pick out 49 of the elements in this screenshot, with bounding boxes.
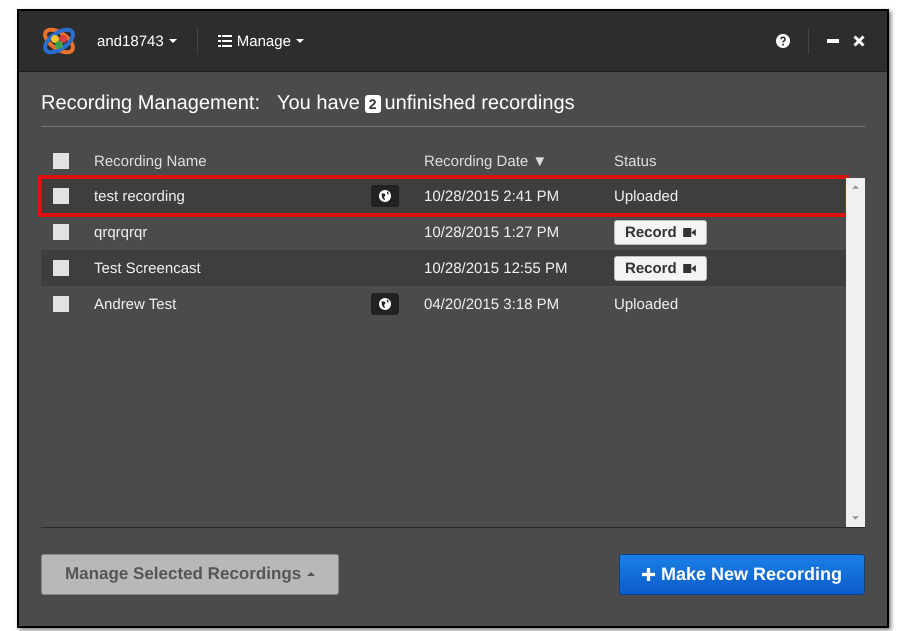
manage-selected-button[interactable]: Manage Selected Recordings	[41, 554, 340, 594]
unfinished-prefix: You have	[277, 92, 360, 115]
manage-menu[interactable]: Manage	[212, 32, 310, 50]
recording-name: Test Screencast	[94, 260, 202, 276]
recording-name: qrqrqrqr	[94, 224, 148, 240]
row-checkbox[interactable]	[53, 296, 69, 312]
caret-icon	[168, 39, 177, 43]
recording-row[interactable]: Andrew Test 04/20/2015 3:18 PM Uploaded	[41, 286, 846, 322]
recording-name: test recording	[94, 188, 186, 204]
select-all-checkbox[interactable]	[53, 153, 69, 169]
row-checkbox[interactable]	[53, 224, 69, 240]
recording-date: 04/20/2015 3:18 PM	[424, 296, 560, 312]
globe-icon	[379, 298, 391, 310]
recording-date: 10/28/2015 1:27 PM	[424, 224, 560, 240]
scroll-down-icon[interactable]	[852, 516, 859, 520]
count-badge: 2	[364, 94, 380, 112]
globe-button[interactable]	[371, 293, 399, 315]
caret-icon	[307, 572, 316, 576]
record-button[interactable]: Record	[614, 220, 707, 244]
column-header[interactable]: Status	[614, 152, 865, 170]
recording-date: 10/28/2015 12:55 PM	[424, 260, 568, 276]
page-title: Recording Management:	[41, 92, 260, 115]
globe-button[interactable]	[371, 185, 399, 207]
recording-row[interactable]: qrqrqrqr 10/28/2015 1:27 PM Record	[41, 214, 846, 250]
scroll-up-icon[interactable]	[852, 185, 859, 189]
row-checkbox[interactable]	[53, 260, 69, 276]
recording-row[interactable]: test recording 10/28/2015 2:41 PM Uploaded	[41, 178, 846, 214]
recording-name: Andrew Test	[94, 296, 178, 312]
minimize-icon[interactable]	[827, 39, 839, 43]
plus-icon	[642, 568, 655, 580]
unfinished-suffix: unfinished recordings	[384, 92, 575, 115]
close-icon[interactable]	[853, 35, 865, 47]
record-button[interactable]: Record	[614, 256, 707, 280]
video-camera-icon	[682, 264, 696, 272]
status-text: Uploaded	[614, 188, 678, 204]
list-icon	[218, 35, 232, 47]
status-text: Uploaded	[614, 296, 678, 312]
globe-icon	[379, 190, 391, 202]
caret-icon	[296, 39, 304, 43]
recording-date: 10/28/2015 2:41 PM	[424, 188, 560, 204]
column-header[interactable]: Recording Date ▼	[424, 152, 614, 170]
scrollbar[interactable]	[846, 178, 865, 527]
user-menu[interactable]: and18743	[91, 32, 183, 50]
video-camera-icon	[682, 228, 696, 236]
column-header[interactable]: Recording Name	[94, 152, 406, 170]
help-icon[interactable]	[776, 34, 790, 48]
new-recording-button[interactable]: Make New Recording	[618, 554, 865, 594]
row-checkbox[interactable]	[53, 188, 69, 204]
recording-row[interactable]: Test Screencast 10/28/2015 12:55 PM Record	[41, 250, 846, 286]
